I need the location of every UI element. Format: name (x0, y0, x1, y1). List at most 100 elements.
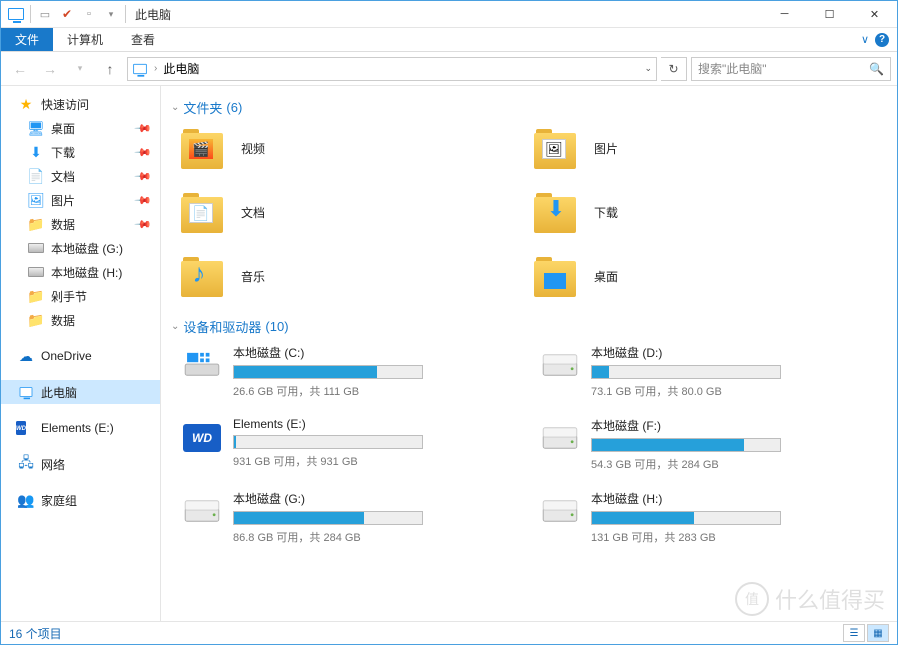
folder-item[interactable]: 桌面 (534, 253, 887, 299)
wd-drive-icon: WD (183, 424, 221, 452)
sidebar-homegroup[interactable]: 👥 家庭组 (1, 488, 160, 512)
sidebar-item[interactable]: 本地磁盘 (G:) (1, 236, 160, 260)
quick-access-toolbar: ▭ ✔ ▫ ▾ (1, 3, 129, 25)
sidebar-this-pc[interactable]: 此电脑 (1, 380, 160, 404)
view-details-button[interactable]: ☰ (843, 624, 865, 642)
ribbon: 文件 计算机 查看 ∨ ? (1, 28, 897, 52)
address-dropdown-icon[interactable]: ⌄ (644, 63, 652, 74)
status-item-count: 16 个项目 (9, 625, 62, 642)
homegroup-icon: 👥 (17, 491, 35, 509)
tab-view[interactable]: 查看 (117, 28, 169, 51)
drive-usage-bar (591, 438, 781, 452)
sidebar-quick-access[interactable]: ★ 快速访问 (1, 92, 160, 116)
group-label: 设备和驱动器 (183, 317, 261, 336)
drive-item[interactable]: WD Elements (E:) 931 GB 可用，共 931 GB (181, 417, 529, 472)
sidebar-item-label: 下载 (51, 144, 75, 161)
folder-label: 图片 (594, 140, 618, 157)
folder-icon: 📁 (27, 311, 45, 329)
folder-item[interactable]: 📄 文档 (181, 189, 534, 235)
watermark-text: 什么值得买 (775, 583, 885, 615)
refresh-button[interactable]: ↻ (661, 57, 687, 81)
sidebar-item[interactable]: 📁 数据 (1, 308, 160, 332)
status-bar: 16 个项目 ☰ ▦ (1, 621, 897, 644)
sidebar-item[interactable]: 📁 剁手节 (1, 284, 160, 308)
qat-properties[interactable]: ▭ (34, 3, 56, 25)
sidebar-item[interactable]: 📄文档📌 (1, 164, 160, 188)
sidebar-item[interactable]: 本地磁盘 (H:) (1, 260, 160, 284)
drive-stats: 54.3 GB 可用，共 284 GB (591, 456, 887, 472)
drive-item[interactable]: 本地磁盘 (D:) 73.1 GB 可用，共 80.0 GB (539, 344, 887, 399)
folder-icon: 📁 (27, 287, 45, 305)
folder-item[interactable]: 🖼 图片 (534, 125, 887, 171)
tab-computer[interactable]: 计算机 (53, 28, 117, 51)
folder-icon: 📄 (181, 191, 223, 233)
folder-item[interactable]: ♪ 音乐 (181, 253, 534, 299)
picture-icon: 🖼 (27, 191, 45, 209)
window-title: 此电脑 (135, 6, 171, 23)
qat-dropdown[interactable]: ▾ (100, 3, 122, 25)
sidebar-item[interactable]: 📁数据📌 (1, 212, 160, 236)
sidebar-item[interactable]: ⬇下载📌 (1, 140, 160, 164)
nav-forward-button[interactable]: → (37, 56, 63, 82)
folder-label: 音乐 (241, 268, 265, 285)
video-overlay-icon: 🎬 (189, 139, 213, 159)
qat-new[interactable]: ▫ (78, 3, 100, 25)
network-icon: 🖧 (17, 455, 35, 473)
drive-usage-bar (591, 511, 781, 525)
group-count: (10) (265, 319, 288, 334)
folder-label: 文档 (241, 204, 265, 221)
drive-usage-bar (233, 511, 423, 525)
drive-item[interactable]: 本地磁盘 (C:) 26.6 GB 可用，共 111 GB (181, 344, 529, 399)
pin-icon: 📌 (134, 191, 153, 210)
sidebar-item-label: 本地磁盘 (G:) (51, 240, 123, 257)
hdd-drive-icon (183, 497, 221, 525)
pin-icon: 📌 (134, 143, 153, 162)
group-label: 文件夹 (183, 98, 222, 117)
watermark-badge: 值 (735, 582, 769, 616)
group-count: (6) (226, 100, 242, 115)
address-bar[interactable]: › 此电脑 ⌄ (127, 57, 657, 81)
group-header-folders[interactable]: ⌄ 文件夹 (6) (171, 98, 887, 117)
ribbon-expand-icon[interactable]: ∨ (861, 33, 869, 46)
window-controls: ─ ☐ ✕ (762, 1, 897, 28)
search-box[interactable]: 搜索"此电脑" 🔍 (691, 57, 891, 81)
windows-drive-icon (183, 351, 221, 379)
folder-item[interactable]: ⬇ 下载 (534, 189, 887, 235)
close-button[interactable]: ✕ (852, 1, 897, 28)
nav-recent-dropdown[interactable]: ▾ (67, 56, 93, 82)
drive-name: 本地磁盘 (H:) (591, 490, 887, 507)
nav-back-button[interactable]: ← (7, 56, 33, 82)
sidebar-elements-drive[interactable]: WD Elements (E:) (1, 416, 160, 440)
sidebar-item[interactable]: 🖥桌面📌 (1, 116, 160, 140)
view-tiles-button[interactable]: ▦ (867, 624, 889, 642)
drive-icon (27, 263, 45, 281)
pin-icon: 📌 (134, 215, 153, 234)
sidebar-item-label: 剁手节 (51, 288, 87, 305)
nav-up-button[interactable]: ↑ (97, 56, 123, 82)
drive-usage-bar (233, 435, 423, 449)
drive-item[interactable]: 本地磁盘 (G:) 86.8 GB 可用，共 284 GB (181, 490, 529, 545)
drive-usage-bar (591, 365, 781, 379)
group-header-devices[interactable]: ⌄ 设备和驱动器 (10) (171, 317, 887, 336)
drive-item[interactable]: 本地磁盘 (H:) 131 GB 可用，共 283 GB (539, 490, 887, 545)
sidebar-item-label: 数据 (51, 312, 75, 329)
sidebar-item[interactable]: 🖼图片📌 (1, 188, 160, 212)
window-icon[interactable] (5, 3, 27, 25)
sidebar-network[interactable]: 🖧 网络 (1, 452, 160, 476)
sidebar-item-label: 数据 (51, 216, 75, 233)
drive-item[interactable]: 本地磁盘 (F:) 54.3 GB 可用，共 284 GB (539, 417, 887, 472)
sidebar-label: 此电脑 (41, 384, 77, 401)
address-chevron-icon[interactable]: › (154, 63, 157, 74)
sidebar-onedrive[interactable]: ☁ OneDrive (1, 344, 160, 368)
folder-item[interactable]: 🎬 视频 (181, 125, 534, 171)
minimize-button[interactable]: ─ (762, 1, 807, 28)
tab-file[interactable]: 文件 (1, 28, 53, 51)
drive-usage-bar (233, 365, 423, 379)
address-text[interactable]: 此电脑 (163, 60, 199, 77)
folder-label: 桌面 (594, 268, 618, 285)
help-icon[interactable]: ? (875, 33, 889, 47)
maximize-button[interactable]: ☐ (807, 1, 852, 28)
folder-icon: 🖼 (534, 127, 576, 169)
qat-check[interactable]: ✔ (56, 3, 78, 25)
search-icon[interactable]: 🔍 (869, 62, 884, 76)
